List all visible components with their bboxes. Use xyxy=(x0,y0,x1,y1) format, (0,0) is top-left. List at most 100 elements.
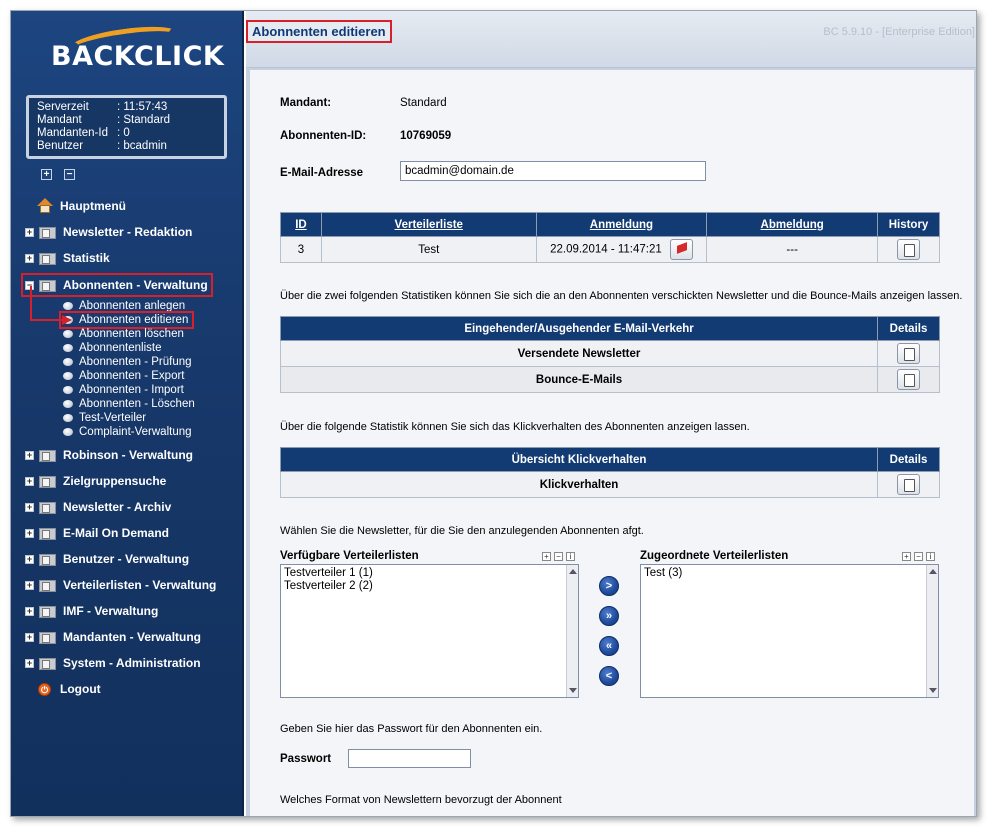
nav-hauptmenu[interactable]: Hauptmenü xyxy=(25,196,126,216)
subnav-abonnenten-editieren[interactable]: Abonnenten editieren xyxy=(58,311,195,329)
table-row: Bounce-E-Mails xyxy=(279,366,940,393)
click-behaviour-table: Übersicht Klickverhalten Details Klickve… xyxy=(279,447,940,498)
password-label: Passwort xyxy=(280,753,332,765)
subnav-abonnenten-import[interactable]: Abonnenten - Import xyxy=(63,383,184,397)
expand-icon[interactable]: + xyxy=(25,476,34,486)
remove-icon[interactable]: − xyxy=(554,552,563,561)
expand-icon[interactable]: + xyxy=(25,554,34,564)
list-item[interactable]: Test (3) xyxy=(644,567,935,580)
nav-imf-verwaltung[interactable]: + IMF - Verwaltung xyxy=(25,601,158,621)
nav-label: Newsletter - Archiv xyxy=(63,500,172,514)
expand-icon[interactable]: + xyxy=(25,658,34,668)
sidebar: BACKCLICK Serverzeit: 11:57:43 Mandant: … xyxy=(11,11,244,816)
password-field[interactable] xyxy=(348,749,471,768)
nav-label: Abonnenten - Verwaltung xyxy=(63,278,208,292)
subnav-abonnenten-loeschen-2[interactable]: Abonnenten - Löschen xyxy=(63,397,195,411)
subnav-abonnenten-loeschen[interactable]: Abonnenten löschen xyxy=(63,327,184,341)
nav-label: Newsletter - Redaktion xyxy=(63,225,193,239)
subnav-complaint-verwaltung[interactable]: Complaint-Verwaltung xyxy=(63,425,192,439)
email-field[interactable] xyxy=(400,161,706,181)
column-header-details: Details xyxy=(877,447,940,472)
cell-verteilerliste: Test xyxy=(320,236,537,263)
backclick-logo: BACKCLICK xyxy=(51,21,224,77)
expand-icon[interactable]: + xyxy=(25,253,34,263)
server-info-value: : 11:57:43 xyxy=(117,101,168,113)
expand-icon[interactable]: + xyxy=(25,227,34,237)
subnav-test-verteiler[interactable]: Test-Verteiler xyxy=(63,411,146,425)
nav-mandanten-verwaltung[interactable]: + Mandanten - Verwaltung xyxy=(25,627,201,647)
details-button[interactable] xyxy=(897,369,921,390)
nav-logout[interactable]: ⏻ Logout xyxy=(25,679,101,699)
move-all-right-button[interactable]: » xyxy=(599,606,619,626)
bullet-icon xyxy=(63,414,73,422)
expand-icon[interactable]: + xyxy=(25,450,34,460)
cell-klickverhalten: Klickverhalten xyxy=(279,471,879,498)
move-left-button[interactable]: < xyxy=(599,666,619,686)
add-icon[interactable]: + xyxy=(902,552,911,561)
assigned-lists-title: Zugeordnete Verteilerlisten xyxy=(640,550,789,562)
scroll-down-icon[interactable] xyxy=(569,688,577,693)
flag-button[interactable] xyxy=(669,239,693,260)
nav-statistik[interactable]: + Statistik xyxy=(25,248,110,268)
info-icon[interactable]: i xyxy=(566,552,575,561)
subscriptions-table: ID Verteilerliste Anmeldung Abmeldung Hi… xyxy=(280,212,940,263)
scroll-up-icon[interactable] xyxy=(929,569,937,574)
expand-icon[interactable]: + xyxy=(25,580,34,590)
assigned-lists-select[interactable]: Test (3) xyxy=(640,564,939,698)
server-info-value: : Standard xyxy=(117,114,171,126)
collapse-all-icon[interactable]: − xyxy=(64,169,75,180)
list-item[interactable]: Testverteiler 2 (2) xyxy=(284,580,575,593)
column-header-anmeldung[interactable]: Anmeldung xyxy=(535,212,708,237)
subscriber-id-label: Abonnenten-ID: xyxy=(280,130,367,142)
nav-newsletter-redaktion[interactable]: + Newsletter - Redaktion xyxy=(25,222,192,242)
folder-icon xyxy=(39,553,56,566)
expand-icon[interactable]: + xyxy=(25,632,34,642)
expand-icon[interactable]: + xyxy=(25,528,34,538)
nav-system-administration[interactable]: + System - Administration xyxy=(25,653,201,673)
nav-email-on-demand[interactable]: + E-Mail On Demand xyxy=(25,523,169,543)
cell-details xyxy=(877,340,940,367)
cell-history xyxy=(877,236,940,263)
details-button[interactable] xyxy=(897,343,921,364)
subnav-abonnenten-pruefung[interactable]: Abonnenten - Prüfung xyxy=(63,355,192,369)
format-intro-text: Welches Format von Newslettern bevorzugt… xyxy=(280,794,562,806)
subnav-abonnenten-export[interactable]: Abonnenten - Export xyxy=(63,369,185,383)
subnav-abonnenten-anlegen[interactable]: Abonnenten anlegen xyxy=(63,299,185,313)
remove-icon[interactable]: − xyxy=(914,552,923,561)
nav-label: Mandanten - Verwaltung xyxy=(63,630,202,644)
nav-verteilerlisten-verwaltung[interactable]: + Verteilerlisten - Verwaltung xyxy=(25,575,216,595)
power-icon: ⏻ xyxy=(38,682,51,696)
column-header-id[interactable]: ID xyxy=(280,212,322,237)
table-header-row: ID Verteilerliste Anmeldung Abmeldung Hi… xyxy=(280,212,940,237)
nav-benutzer-verwaltung[interactable]: + Benutzer - Verwaltung xyxy=(25,549,189,569)
home-icon xyxy=(37,198,53,214)
move-all-left-button[interactable]: « xyxy=(599,636,619,656)
nav-zielgruppensuche[interactable]: + Zielgruppensuche xyxy=(25,471,166,491)
app-window: BACKCLICK Serverzeit: 11:57:43 Mandant: … xyxy=(10,10,977,817)
add-icon[interactable]: + xyxy=(542,552,551,561)
folder-icon xyxy=(39,226,56,239)
column-header-traffic: Eingehender/Ausgehender E-Mail-Verkehr xyxy=(279,316,879,341)
expand-icon[interactable]: + xyxy=(25,606,34,616)
info-icon[interactable]: i xyxy=(926,552,935,561)
scrollbar[interactable] xyxy=(926,565,938,697)
expand-icon[interactable]: + xyxy=(25,502,34,512)
nav-newsletter-archiv[interactable]: + Newsletter - Archiv xyxy=(25,497,171,517)
annotation-arrow-icon xyxy=(30,286,72,325)
scrollbar[interactable] xyxy=(566,565,578,697)
scroll-down-icon[interactable] xyxy=(929,688,937,693)
history-button[interactable] xyxy=(897,239,921,260)
details-button[interactable] xyxy=(897,474,921,495)
server-info-key: Benutzer xyxy=(37,140,84,152)
subnav-abonnentenliste[interactable]: Abonnentenliste xyxy=(63,341,161,355)
nav-label: Benutzer - Verwaltung xyxy=(63,552,190,566)
list-item[interactable]: Testverteiler 1 (1) xyxy=(284,567,575,580)
column-header-abmeldung[interactable]: Abmeldung xyxy=(706,212,879,237)
scroll-up-icon[interactable] xyxy=(569,569,577,574)
expand-all-icon[interactable]: + xyxy=(41,169,52,180)
column-header-verteilerliste[interactable]: Verteilerliste xyxy=(320,212,537,237)
nav-robinson-verwaltung[interactable]: + Robinson - Verwaltung xyxy=(25,445,193,465)
table-row: Klickverhalten xyxy=(279,471,940,498)
move-right-button[interactable]: > xyxy=(599,576,619,596)
available-lists-select[interactable]: Testverteiler 1 (1) Testverteiler 2 (2) xyxy=(280,564,579,698)
